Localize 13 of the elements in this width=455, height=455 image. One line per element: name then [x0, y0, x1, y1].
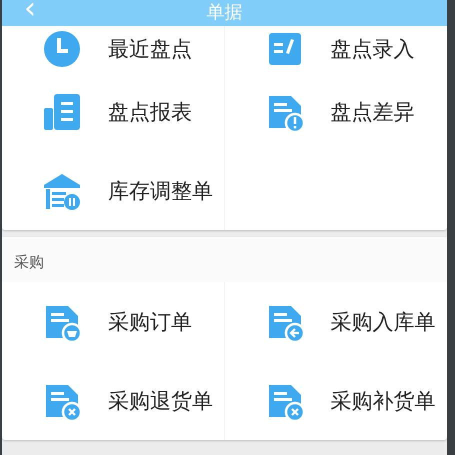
menu-item[interactable]: 盘点录入: [224, 26, 447, 72]
report-icon: [42, 92, 82, 132]
section-title: 采购: [2, 237, 447, 282]
menu-item[interactable]: 采购入库单: [224, 282, 447, 361]
menu-item[interactable]: 盘点差异: [224, 72, 447, 151]
menu-item[interactable]: 采购退货单: [2, 361, 224, 440]
menu-item[interactable]: 采购订单: [2, 282, 224, 361]
clock-icon: [42, 29, 82, 69]
header-title: 单据: [206, 2, 242, 24]
menu-item[interactable]: 最近盘点: [2, 26, 224, 72]
menu-item[interactable]: 采购补货单: [224, 361, 447, 440]
menu-item[interactable]: 库存调整单: [2, 151, 224, 230]
menu-item[interactable]: 盘点报表: [2, 72, 224, 151]
